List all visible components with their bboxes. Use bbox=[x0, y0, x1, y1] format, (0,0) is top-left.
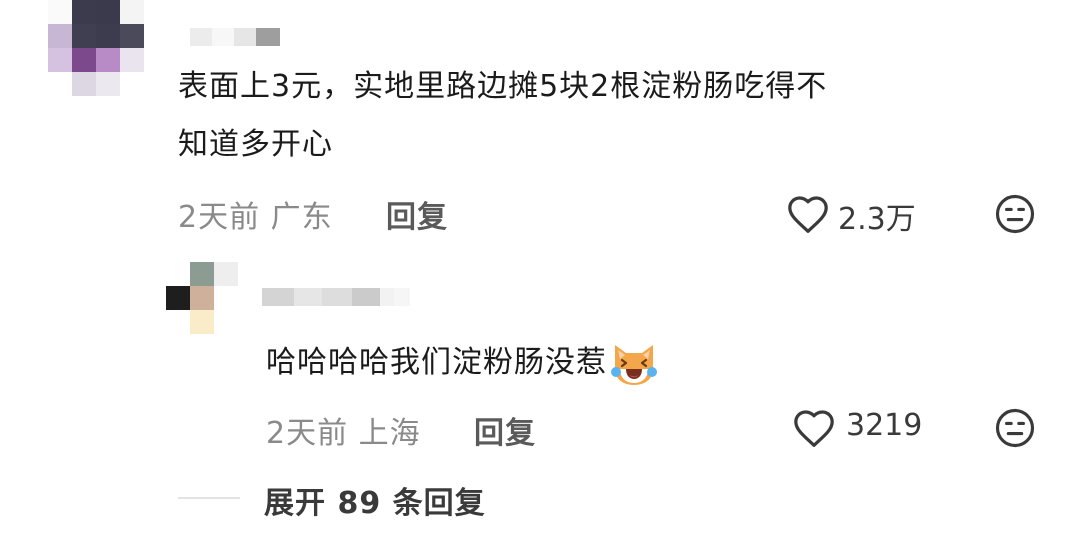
reply-text: 哈哈哈哈我们淀粉肠没惹 bbox=[266, 345, 607, 380]
meh-face-icon[interactable] bbox=[994, 407, 1036, 449]
comment-text: 表面上3元，实地里路边摊5块2根淀粉肠吃得不 知道多开心 bbox=[178, 58, 827, 174]
reply-button[interactable]: 回复 bbox=[386, 192, 448, 236]
expand-replies-button[interactable]: 展开 89 条回复 bbox=[264, 478, 486, 522]
comment-meta: 2天前 广东 bbox=[178, 200, 333, 235]
reply-avatar[interactable] bbox=[166, 262, 238, 334]
crying-laughing-cat-emoji bbox=[611, 345, 657, 385]
reply-text-row: 哈哈哈哈我们淀粉肠没惹 bbox=[266, 334, 659, 392]
reply-reply-button[interactable]: 回复 bbox=[474, 408, 536, 452]
meh-face-icon[interactable] bbox=[994, 193, 1036, 235]
comment-text-line: 知道多开心 bbox=[178, 127, 333, 162]
heart-icon[interactable] bbox=[792, 408, 836, 448]
like-count: 2.3万 bbox=[838, 202, 916, 237]
reply-meta: 2天前 上海 bbox=[266, 416, 421, 451]
comment-text-line: 表面上3元，实地里路边摊5块2根淀粉肠吃得不 bbox=[178, 69, 828, 104]
divider bbox=[178, 497, 240, 499]
reply-username-blurred[interactable] bbox=[262, 288, 410, 306]
heart-icon[interactable] bbox=[786, 194, 830, 234]
username-blurred[interactable] bbox=[190, 28, 280, 46]
avatar[interactable] bbox=[48, 0, 168, 96]
reply-like-count: 3219 bbox=[846, 408, 923, 443]
